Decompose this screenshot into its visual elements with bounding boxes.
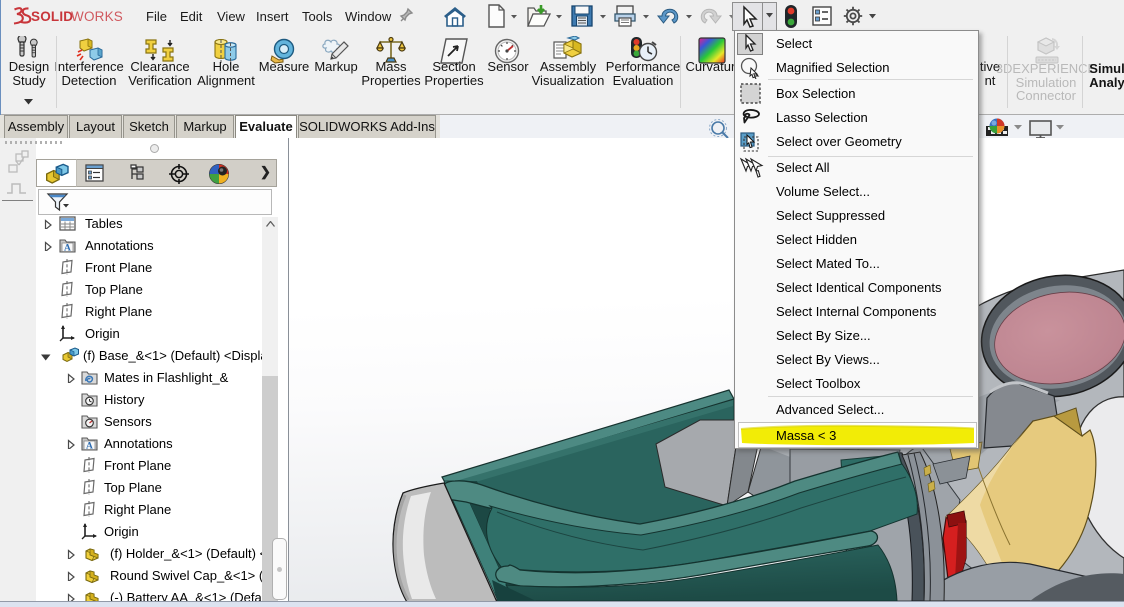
svg-text:WORKS: WORKS: [71, 9, 123, 24]
svg-text:SOLID: SOLID: [31, 9, 73, 24]
